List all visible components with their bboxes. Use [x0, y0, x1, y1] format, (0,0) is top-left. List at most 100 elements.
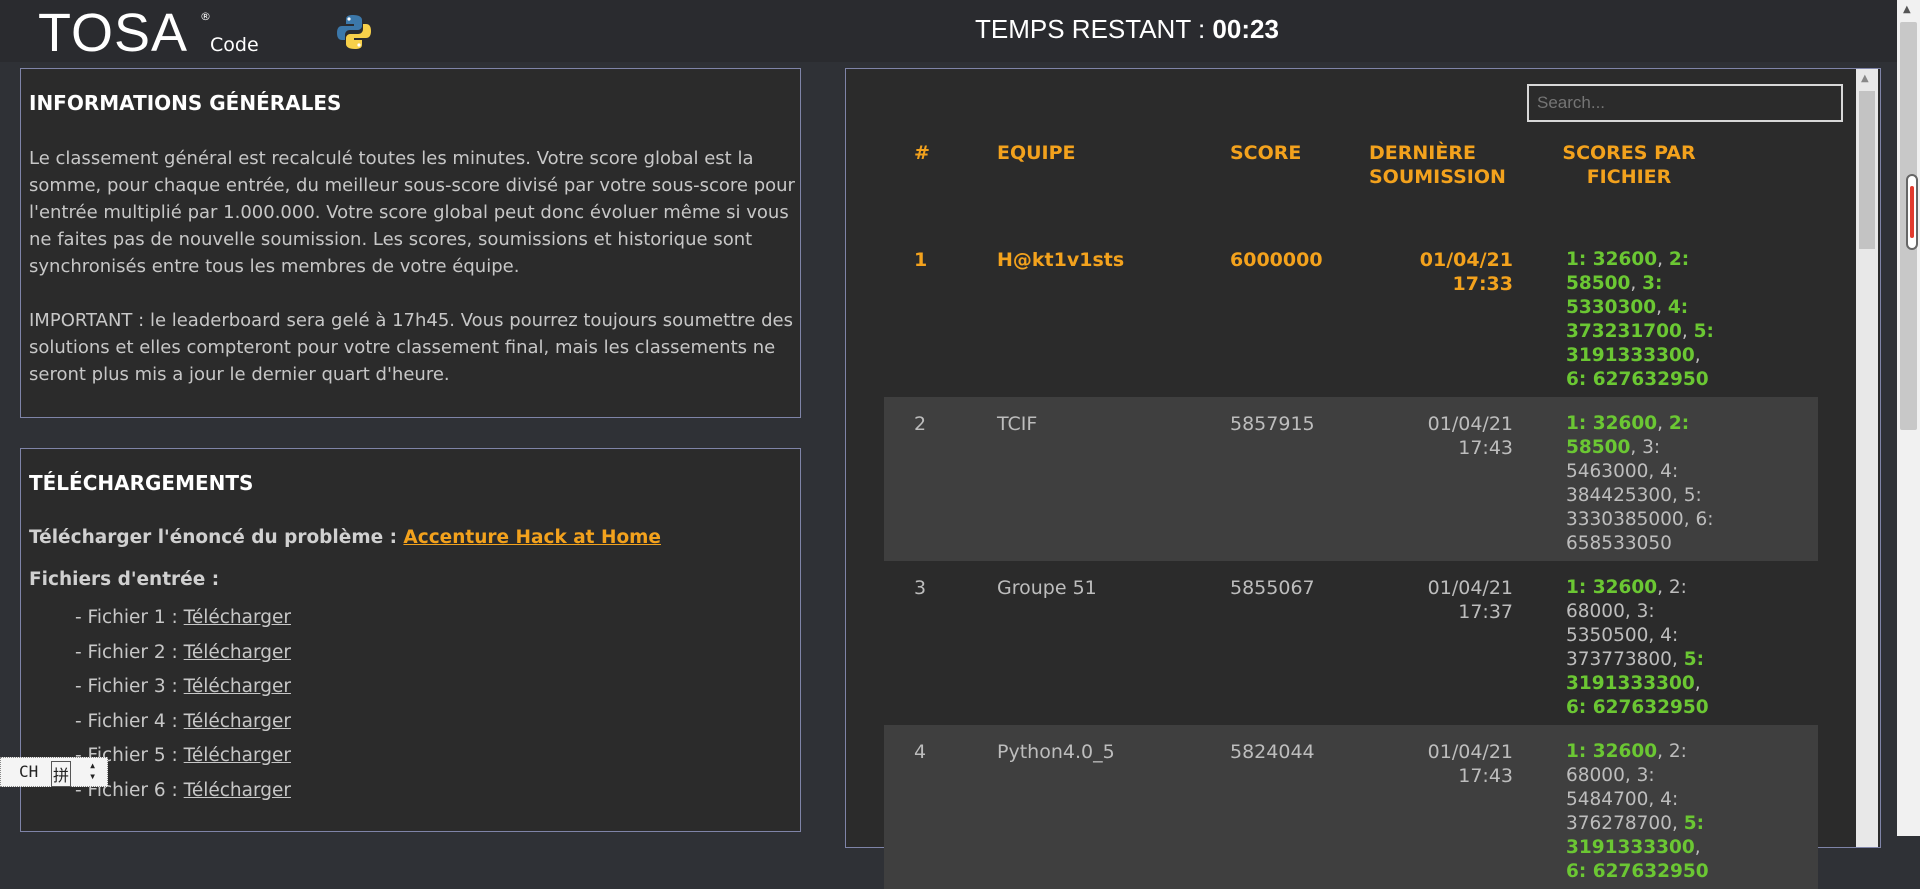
score-cell: 5857915: [1230, 413, 1315, 435]
leaderboard-scroll-thumb[interactable]: [1859, 91, 1875, 249]
file-score: 1: 32600: [1566, 249, 1658, 270]
leaderboard-scrollbar[interactable]: ▲: [1856, 69, 1878, 847]
file-score: 1: 32600: [1566, 741, 1658, 762]
file-label: - Fichier 1 :: [75, 607, 184, 628]
header-rank[interactable]: #: [914, 141, 930, 165]
statement-download: Télécharger l'énoncé du problème : Accen…: [29, 527, 661, 548]
team-cell: H@kt1v1sts: [997, 249, 1125, 271]
search-input[interactable]: [1527, 84, 1843, 122]
submission-date: 01/04/21: [1427, 413, 1513, 435]
downloads-panel: TÉLÉCHARGEMENTS Télécharger l'énoncé du …: [20, 448, 801, 832]
leaderboard-panel: # EQUIPE SCORE DERNIÈRE SOUMISSION SCORE…: [845, 68, 1881, 889]
logo-registered-mark: ®: [200, 10, 211, 23]
page-scroll-up-arrow-icon[interactable]: ▲: [1903, 4, 1911, 15]
file-score: 1: 32600: [1566, 577, 1658, 598]
team-cell: TCIF: [997, 413, 1038, 435]
file-score: 1: 32600: [1566, 413, 1658, 434]
file-6-download-link[interactable]: Télécharger: [184, 780, 291, 801]
submission-date: 01/04/21: [1419, 249, 1513, 271]
header-team[interactable]: EQUIPE: [997, 141, 1076, 165]
submission-time: 17:43: [1458, 437, 1513, 459]
table-header: # EQUIPE SCORE DERNIÈRE SOUMISSION SCORE…: [884, 133, 1818, 233]
header-score[interactable]: SCORE: [1230, 141, 1301, 165]
file-5-download-link[interactable]: Télécharger: [184, 745, 291, 766]
rank-cell: 4: [914, 741, 927, 763]
score-separator: ,: [1648, 461, 1661, 482]
logo-subtitle: Code: [210, 34, 259, 56]
file-3-download-link[interactable]: Télécharger: [184, 676, 291, 697]
submission-date-cell: 01/04/21 17:33: [1369, 248, 1513, 296]
side-handle-icon[interactable]: [1906, 174, 1918, 250]
file-item: - Fichier 2 : Télécharger: [75, 642, 291, 677]
statement-label: Télécharger l'énoncé du problème :: [29, 527, 404, 548]
table-row: 4 Python4.0_5 5824044 01/04/21 17:43 1: 32600…: [884, 725, 1818, 889]
score-cell: 6000000: [1230, 249, 1323, 271]
file-2-download-link[interactable]: Télécharger: [184, 642, 291, 663]
scroll-up-arrow-icon[interactable]: ▲: [1861, 73, 1869, 84]
header-last-submission-line1: DERNIÈRE: [1369, 142, 1476, 164]
score-cell: 5824044: [1230, 741, 1315, 763]
ime-toggle-arrows-icon[interactable]: ▴ ▾: [89, 759, 96, 782]
file-label: - Fichier 3 :: [75, 676, 184, 697]
leaderboard-table: # EQUIPE SCORE DERNIÈRE SOUMISSION SCORE…: [884, 133, 1818, 889]
submission-date-cell: 01/04/21 17:43: [1369, 740, 1513, 788]
submission-date: 01/04/21: [1427, 741, 1513, 763]
team-cell: Python4.0_5: [997, 741, 1115, 763]
file-item: - Fichier 3 : Télécharger: [75, 676, 291, 711]
score-separator: ,: [1694, 345, 1701, 366]
score-cell: 5855067: [1230, 577, 1315, 599]
time-remaining: TEMPS RESTANT : 00:23: [975, 14, 1279, 45]
submission-time: 17:33: [1452, 273, 1513, 295]
score-separator: ,: [1694, 673, 1701, 694]
header-file-scores[interactable]: SCORES PAR FICHIER: [1554, 141, 1704, 189]
top-bar: TOSA ® Code TEMPS RESTANT : 00:23: [0, 0, 1897, 62]
statement-link[interactable]: Accenture Hack at Home: [403, 527, 661, 548]
file-1-download-link[interactable]: Télécharger: [184, 607, 291, 628]
submission-date: 01/04/21: [1427, 577, 1513, 599]
score-separator: ,: [1648, 625, 1661, 646]
logo-text: TOSA: [38, 3, 189, 63]
score-separator: ,: [1671, 649, 1684, 670]
file-scores-cell: 1: 32600, 2: 58500, 3: 5463000, 4: 38442…: [1566, 412, 1726, 556]
score-separator: ,: [1657, 249, 1669, 270]
header-last-submission-line2: SOUMISSION: [1369, 166, 1506, 188]
rank-cell: 1: [914, 249, 928, 271]
info-paragraph: Le classement général est recalculé tout…: [29, 148, 795, 277]
score-separator: ,: [1656, 297, 1668, 318]
file-scores-cell: 1: 32600, 2: 68000, 3: 5350500, 4: 37377…: [1566, 576, 1726, 720]
ime-toolbar[interactable]: CH 拼 ▴ ▾: [0, 757, 108, 787]
ime-mode-label[interactable]: CH: [19, 762, 38, 781]
score-separator: ,: [1624, 765, 1637, 786]
score-separator: ,: [1694, 837, 1701, 858]
score-separator: ,: [1657, 577, 1669, 598]
rank-cell: 3: [914, 577, 927, 599]
file-score: 6: 627632950: [1566, 697, 1709, 718]
input-files-label: Fichiers d'entrée :: [29, 569, 220, 590]
submission-time: 17:43: [1458, 765, 1513, 787]
file-item: - Fichier 1 : Télécharger: [75, 607, 291, 642]
score-separator: ,: [1671, 813, 1684, 834]
file-scores-cell: 1: 32600, 2: 68000, 3: 5484700, 4: 37627…: [1566, 740, 1726, 884]
header-file-scores-line2: FICHIER: [1586, 166, 1672, 188]
submission-date-cell: 01/04/21 17:43: [1369, 412, 1513, 460]
important-paragraph: IMPORTANT : le leaderboard sera gelé à 1…: [29, 310, 793, 385]
file-score: 6: 627632950: [1566, 369, 1709, 390]
header-last-submission[interactable]: DERNIÈRE SOUMISSION: [1369, 141, 1506, 189]
score-separator: ,: [1630, 273, 1643, 294]
submission-date-cell: 01/04/21 17:37: [1369, 576, 1513, 624]
rank-cell: 2: [914, 413, 927, 435]
table-body: 1 H@kt1v1sts 6000000 01/04/21 17:33 1: 32600,…: [884, 233, 1818, 889]
page-scrollbar[interactable]: ▲: [1897, 0, 1920, 836]
general-info-text: Le classement général est recalculé tout…: [29, 145, 799, 415]
score-separator: ,: [1657, 741, 1669, 762]
timer-value: 00:23: [1212, 14, 1279, 44]
table-row: 1 H@kt1v1sts 6000000 01/04/21 17:33 1: 32600,…: [884, 233, 1818, 397]
ime-layout-icon[interactable]: 拼: [51, 761, 72, 787]
file-label: - Fichier 2 :: [75, 641, 184, 663]
team-cell: Groupe 51: [997, 577, 1097, 599]
downloads-title: TÉLÉCHARGEMENTS: [29, 471, 254, 495]
score-separator: ,: [1671, 485, 1684, 506]
file-item: - Fichier 4 : Télécharger: [75, 711, 291, 746]
tosa-logo: TOSA ® Code: [38, 3, 259, 63]
file-4-download-link[interactable]: Télécharger: [184, 711, 291, 732]
